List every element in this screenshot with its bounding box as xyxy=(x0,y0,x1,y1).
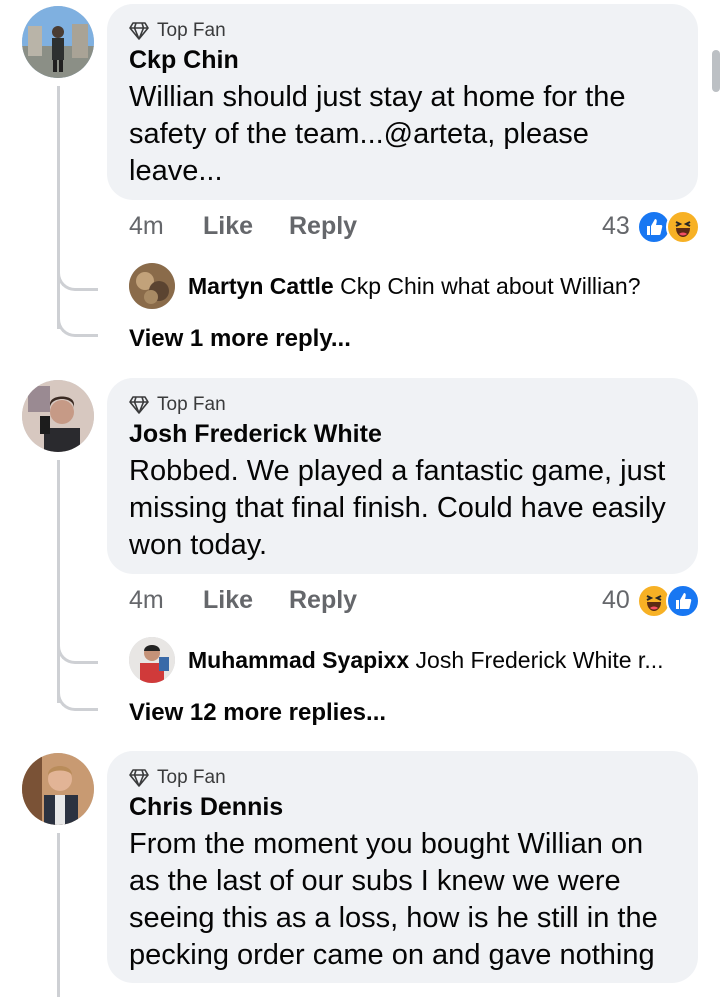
comment-text-line: as the last of our subs I knew we were xyxy=(129,865,621,897)
diamond-icon xyxy=(129,769,149,787)
comment-timestamp: 4m xyxy=(129,212,164,240)
comment-text-line: From the moment you bought Willian on xyxy=(129,828,644,860)
badge-label: Top Fan xyxy=(157,394,226,415)
thread-connector xyxy=(57,686,98,711)
badge-label: Top Fan xyxy=(157,767,226,788)
comment-text-line: seeing this as a loss, how is he still i… xyxy=(129,902,658,934)
thread-line xyxy=(57,833,60,997)
badge-label: Top Fan xyxy=(157,20,226,41)
top-fan-badge: Top Fan xyxy=(129,767,226,789)
comment-text-line: pecking order came on and gave nothing xyxy=(129,939,655,971)
avatar[interactable] xyxy=(22,753,94,825)
diamond-icon xyxy=(129,396,149,414)
thread-line xyxy=(57,460,60,703)
comment-text-line: Robbed. We played a fantastic game, just xyxy=(129,455,666,487)
reaction-count[interactable]: 40 xyxy=(602,586,630,615)
avatar[interactable] xyxy=(22,380,94,452)
reply-author[interactable]: Martyn Cattle xyxy=(188,273,334,299)
comment-author[interactable]: Chris Dennis xyxy=(129,793,283,822)
top-fan-badge: Top Fan xyxy=(129,20,226,42)
comment-author[interactable]: Ckp Chin xyxy=(129,46,239,75)
reply-author[interactable]: Muhammad Syapixx xyxy=(188,647,409,673)
thread-connector xyxy=(57,266,98,291)
diamond-icon xyxy=(129,22,149,40)
thread-line xyxy=(57,86,60,329)
reply-button[interactable]: Reply xyxy=(289,586,357,615)
reply-text: Ckp Chin what about Willian? xyxy=(340,273,641,299)
top-fan-badge: Top Fan xyxy=(129,394,226,416)
comment-text-line: won today. xyxy=(129,529,268,561)
like-button[interactable]: Like xyxy=(203,212,253,241)
view-more-replies-link[interactable]: View 1 more reply... xyxy=(129,325,351,353)
thread-connector xyxy=(57,639,98,664)
reply-avatar[interactable] xyxy=(129,263,175,309)
reply-text: Josh Frederick White r... xyxy=(415,647,664,673)
reply-avatar[interactable] xyxy=(129,637,175,683)
haha-reaction-icon xyxy=(666,210,700,244)
reply-button[interactable]: Reply xyxy=(289,212,357,241)
comment-text-line: leave... xyxy=(129,155,223,187)
comment-text-line: safety of the team...@arteta, please xyxy=(129,118,589,150)
comment-text-line: missing that final finish. Could have ea… xyxy=(129,492,666,524)
reaction-count[interactable]: 43 xyxy=(602,212,630,241)
like-button[interactable]: Like xyxy=(203,586,253,615)
reply-preview[interactable]: Muhammad Syapixx Josh Frederick White r.… xyxy=(188,647,664,674)
view-more-replies-link[interactable]: View 12 more replies... xyxy=(129,699,386,727)
avatar[interactable] xyxy=(22,6,94,78)
scrollbar[interactable] xyxy=(712,50,720,92)
comment-author[interactable]: Josh Frederick White xyxy=(129,420,382,449)
comment-text-line: Willian should just stay at home for the xyxy=(129,81,626,113)
comment-timestamp: 4m xyxy=(129,586,164,614)
thread-connector xyxy=(57,312,98,337)
like-reaction-icon xyxy=(666,584,700,618)
reply-preview[interactable]: Martyn Cattle Ckp Chin what about Willia… xyxy=(188,273,641,300)
